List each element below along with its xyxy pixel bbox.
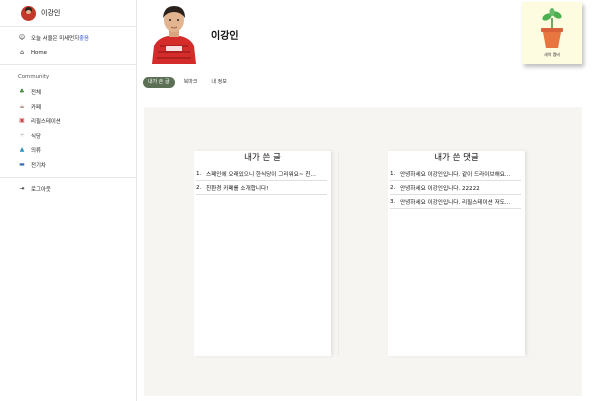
- tab-bookmarks[interactable]: 북마크: [179, 77, 203, 88]
- sidebar-item-label: 리필스테이션: [31, 119, 61, 126]
- page-title: 이강인: [211, 31, 239, 42]
- my-posts-card: 내가 쓴 글 1. 스페인에 오래있으니 한식당이 그리워요~ 친… 2. 친환…: [194, 151, 331, 356]
- item-text: 안녕하세요 이강인입니다. 같이 드라이브해요…: [400, 171, 511, 178]
- sidebar-item-label: 전체: [31, 90, 41, 97]
- item-number: 1.: [196, 170, 202, 177]
- weather-status: 좋음: [79, 36, 89, 43]
- section-title: Community: [18, 74, 50, 80]
- sidebar: 이강인 ☺ 오늘 서울은 미세먼지 좋음 ⌂ Home Community ♣ …: [0, 0, 137, 401]
- smile-icon: ☺: [18, 34, 26, 42]
- divider: [338, 151, 339, 356]
- car-icon: ▬: [19, 160, 25, 168]
- sidebar-item-label: Home: [31, 49, 47, 56]
- divider: [0, 64, 136, 65]
- item-number: 2.: [196, 184, 202, 191]
- tree-icon: ♣: [19, 88, 25, 96]
- item-number: 3.: [390, 198, 396, 205]
- sprout-pot-icon: [541, 8, 563, 48]
- weather-info: ☺ 오늘 서울은 미세먼지 좋음: [0, 31, 136, 46]
- list-item[interactable]: 2. 안녕하세요 이강인입니다. 22222: [390, 181, 521, 195]
- sidebar-item-label: 전기차: [31, 162, 46, 169]
- list-item[interactable]: 1. 스페인에 오래있으니 한식당이 그리워요~ 친…: [196, 167, 327, 181]
- tab-my-info[interactable]: 내 정보: [206, 77, 231, 88]
- item-text: 안녕하세요 이강인입니다. 리필스테이션 저도…: [400, 199, 511, 206]
- profile-name: 이강인: [41, 9, 61, 17]
- sidebar-profile[interactable]: 이강인: [0, 0, 136, 27]
- divider: [0, 177, 136, 178]
- shirt-icon: ▲: [19, 146, 25, 154]
- list-item[interactable]: 3. 안녕하세요 이강인입니다. 리필스테이션 저도…: [390, 195, 521, 209]
- list-item[interactable]: 1. 안녕하세요 이강인입니다. 같이 드라이브해요…: [390, 167, 521, 181]
- item-number: 1.: [390, 170, 396, 177]
- logout-button[interactable]: ⇥ 로그아웃: [0, 182, 136, 197]
- avatar: [21, 5, 36, 21]
- tab-my-posts[interactable]: 내가 쓴 글: [143, 77, 175, 88]
- sidebar-item-all[interactable]: ♣ 전체: [0, 85, 136, 100]
- sidebar-item-restaurant[interactable]: ⑂ 식당: [0, 129, 136, 144]
- my-comments-card: 내가 쓴 댓글 1. 안녕하세요 이강인입니다. 같이 드라이브해요… 2. 안…: [388, 151, 525, 356]
- fork-icon: ⑂: [20, 131, 24, 139]
- sidebar-item-home[interactable]: ⌂ Home: [0, 46, 136, 61]
- sidebar-item-refill[interactable]: ▣ 리필스테이션: [0, 114, 136, 129]
- card-title: 내가 쓴 글: [244, 153, 281, 163]
- profile-photo: [148, 2, 200, 64]
- content-panel: 내가 쓴 글 1. 스페인에 오래있으니 한식당이 그리워요~ 친… 2. 친환…: [144, 107, 582, 396]
- member-badge-card: 새싹 멤버: [522, 2, 582, 64]
- home-icon: ⌂: [20, 48, 24, 56]
- item-number: 2.: [390, 184, 396, 191]
- coffee-icon: ☕: [19, 102, 25, 110]
- item-text: 스페인에 오래있으니 한식당이 그리워요~ 친…: [206, 171, 317, 178]
- badge-label: 새싹 멤버: [544, 52, 560, 57]
- logout-label: 로그아웃: [31, 187, 51, 194]
- item-text: 안녕하세요 이강인입니다. 22222: [400, 185, 480, 192]
- card-title: 내가 쓴 댓글: [434, 153, 479, 163]
- list-item[interactable]: 2. 친환경 카페를 소개합니다!: [196, 181, 327, 195]
- logout-icon: ⇥: [19, 185, 25, 193]
- sidebar-item-clothes[interactable]: ▲ 의류: [0, 143, 136, 158]
- sidebar-item-cafe[interactable]: ☕ 카페: [0, 100, 136, 115]
- sidebar-item-label: 식당: [31, 133, 41, 140]
- sidebar-item-ev[interactable]: ▬ 전기차: [0, 158, 136, 173]
- refill-icon: ▣: [19, 117, 25, 125]
- sidebar-item-label: 의류: [31, 148, 41, 155]
- profile-tabs: 내가 쓴 글 북마크 내 정보: [143, 77, 232, 88]
- weather-text: 오늘 서울은 미세먼지: [31, 36, 80, 43]
- item-text: 친환경 카페를 소개합니다!: [206, 185, 269, 192]
- sidebar-item-label: 카페: [31, 104, 41, 111]
